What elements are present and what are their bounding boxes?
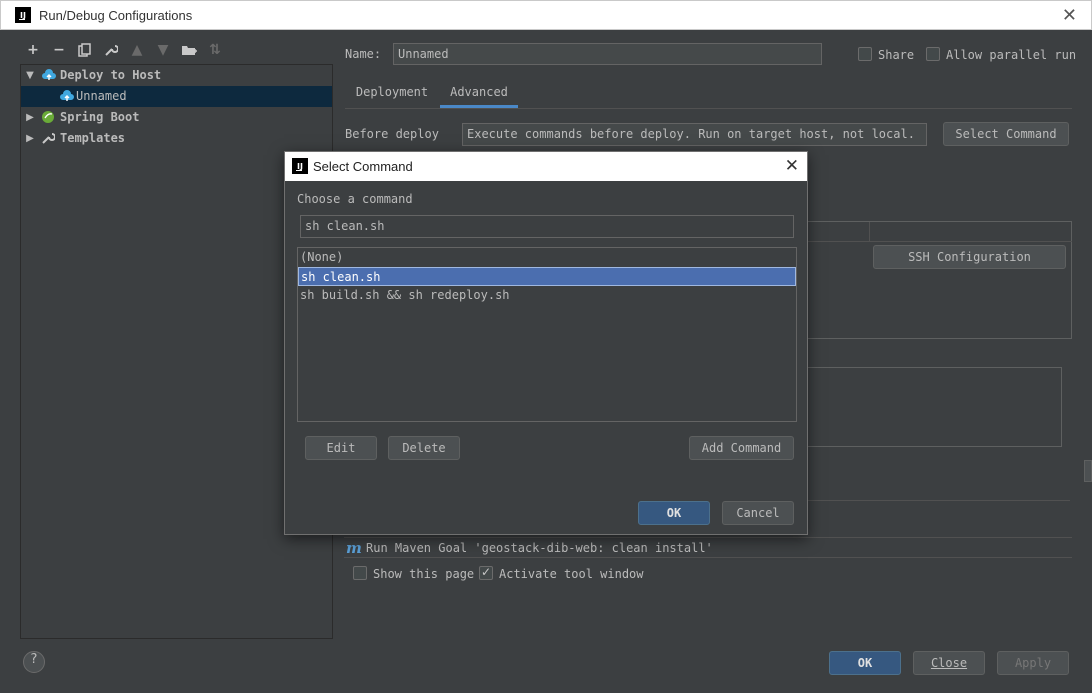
activate-tool-checkbox[interactable] xyxy=(479,565,493,580)
ssh-table-column-divider xyxy=(869,222,870,242)
add-command-button[interactable]: Add Command xyxy=(689,436,794,460)
share-label: Share xyxy=(878,48,915,62)
ssh-configuration-button[interactable]: SSH Configuration xyxy=(873,245,1066,269)
tab-divider xyxy=(345,108,1072,109)
name-input[interactable]: Unnamed xyxy=(393,43,822,65)
window-title: Run/Debug Configurations xyxy=(39,8,193,23)
command-input[interactable]: sh clean.sh xyxy=(300,215,794,238)
move-up-icon: ▲ xyxy=(131,42,143,58)
command-list: (None) sh clean.sh sh build.sh && sh red… xyxy=(297,247,797,422)
tree-item-label: Deploy to Host xyxy=(60,68,162,82)
select-command-dialog: IJ Select Command ✕ Choose a command sh … xyxy=(284,151,808,535)
dialog-close-icon[interactable]: ✕ xyxy=(785,156,799,176)
cloud-upload-icon xyxy=(59,89,75,104)
expand-arrow-icon[interactable]: ▶ xyxy=(25,107,35,128)
ssh-table xyxy=(806,221,1072,339)
dialog-ok-button[interactable]: OK xyxy=(638,501,710,525)
sort-icon: ⇅ xyxy=(209,42,221,58)
before-deploy-label: Before deploy xyxy=(345,127,439,141)
window-close-icon[interactable]: ✕ xyxy=(1062,5,1077,26)
choose-command-label: Choose a command xyxy=(297,192,413,206)
spring-boot-icon xyxy=(41,110,57,125)
intellij-logo-icon: IJ xyxy=(15,7,31,23)
maven-icon: m xyxy=(346,539,362,557)
dialog-titlebar: IJ Select Command ✕ xyxy=(285,152,807,181)
clipped-control xyxy=(1084,460,1092,482)
dialog-title: Select Command xyxy=(313,159,413,174)
ssh-table-header-divider xyxy=(806,241,1072,242)
expand-arrow-icon[interactable]: ▶ xyxy=(25,128,35,149)
tree-item-label: Templates xyxy=(60,131,126,145)
show-page-label: Show this page xyxy=(373,567,475,581)
section-divider xyxy=(806,500,1070,501)
allow-parallel-label: Allow parallel run xyxy=(946,48,1077,62)
move-down-icon: ▼ xyxy=(157,42,169,58)
command-option[interactable]: sh build.sh && sh redeploy.sh xyxy=(298,286,796,305)
before-deploy-field[interactable]: Execute commands before deploy. Run on t… xyxy=(462,123,927,146)
remove-icon[interactable]: − xyxy=(50,40,68,60)
show-page-checkbox[interactable] xyxy=(353,566,367,580)
maven-goal-item[interactable]: Run Maven Goal 'geostack-dib-web: clean … xyxy=(366,541,713,555)
tab-advanced[interactable]: Advanced xyxy=(440,80,518,108)
dialog-cancel-button[interactable]: Cancel xyxy=(722,501,794,525)
add-icon[interactable]: + xyxy=(24,40,42,60)
share-checkbox[interactable] xyxy=(858,47,872,61)
window-titlebar: IJ Run/Debug Configurations ✕ xyxy=(0,0,1092,30)
allow-parallel-checkbox[interactable] xyxy=(926,47,940,61)
wrench-icon[interactable] xyxy=(102,40,120,60)
delete-button[interactable]: Delete xyxy=(388,436,460,460)
edit-button[interactable]: Edit xyxy=(305,436,377,460)
command-option-selected[interactable]: sh clean.sh xyxy=(298,267,796,286)
folder-icon[interactable] xyxy=(180,40,198,60)
tree-item-templates[interactable]: ▶ Templates xyxy=(21,128,332,149)
tree-item-unnamed[interactable]: Unnamed xyxy=(21,86,332,107)
script-area[interactable] xyxy=(806,367,1062,447)
tab-deployment[interactable]: Deployment xyxy=(345,80,439,108)
copy-icon[interactable] xyxy=(76,40,94,60)
cloud-upload-icon xyxy=(41,68,57,83)
apply-button: Apply xyxy=(997,651,1069,675)
tree-item-spring-boot[interactable]: ▶ Spring Boot xyxy=(21,107,332,128)
command-option[interactable]: (None) xyxy=(298,248,796,267)
help-icon[interactable]: ? xyxy=(23,651,45,673)
intellij-logo-icon: IJ xyxy=(292,158,308,174)
activate-tool-label: Activate tool window xyxy=(499,567,644,581)
tree-item-label: Unnamed xyxy=(76,89,127,103)
expand-arrow-icon[interactable]: ▼ xyxy=(25,65,35,86)
tree-item-label: Spring Boot xyxy=(60,110,140,124)
ok-button[interactable]: OK xyxy=(829,651,901,675)
before-launch-list: m Run Maven Goal 'geostack-dib-web: clea… xyxy=(344,537,1072,558)
wrench-icon xyxy=(41,131,57,146)
select-command-button[interactable]: Select Command xyxy=(943,122,1069,146)
tree-item-deploy-to-host[interactable]: ▼ Deploy to Host xyxy=(21,65,332,86)
name-label: Name: xyxy=(345,47,382,61)
close-button[interactable]: Close xyxy=(913,651,985,675)
